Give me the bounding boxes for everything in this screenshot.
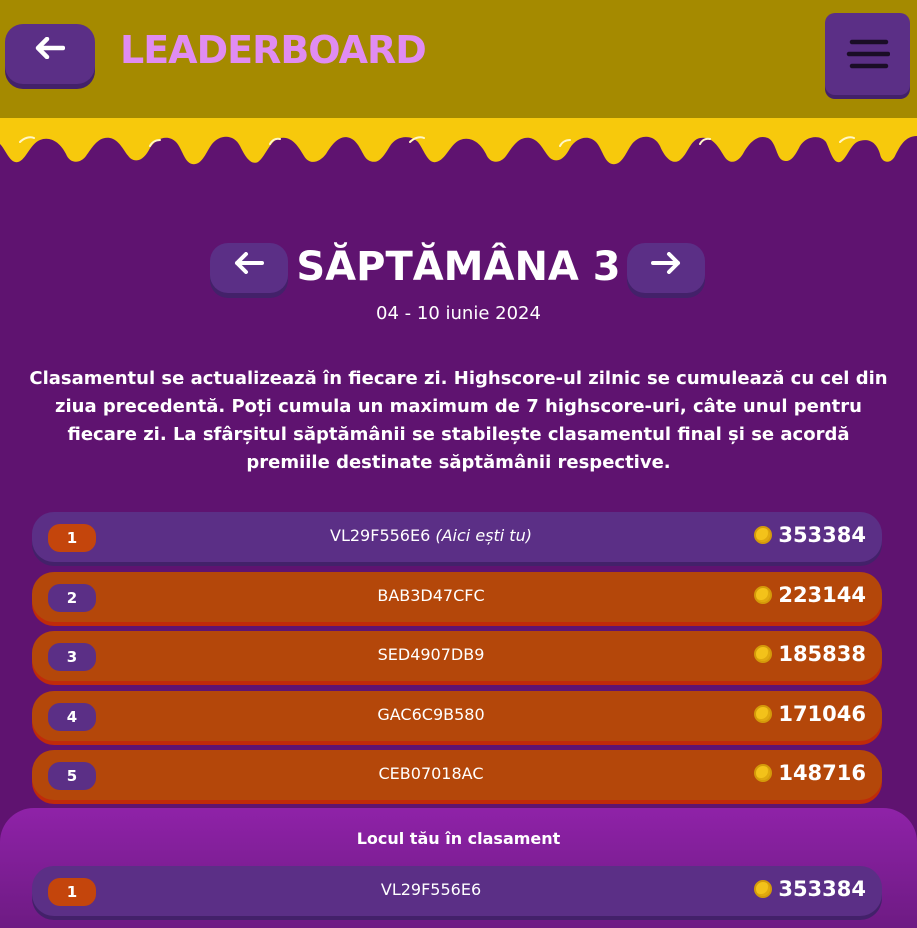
player-score: 353384 — [754, 877, 866, 901]
player-name: VL29F556E6 — [380, 880, 482, 899]
player-score: 223144 — [754, 583, 866, 607]
arrow-right-icon — [651, 252, 680, 274]
menu-button[interactable] — [825, 13, 910, 95]
score-value: 171046 — [778, 701, 866, 726]
my-position-row: 1 VL29F556E6 353384 — [32, 866, 882, 916]
week-date-range: 04 - 10 iunie 2024 — [376, 303, 541, 324]
arrow-left-icon — [235, 252, 264, 274]
coin-icon — [754, 645, 773, 663]
my-position-title: Locul tău în clasament — [356, 829, 561, 848]
honey-drip-decoration — [0, 118, 917, 165]
score-value: 353384 — [778, 877, 866, 901]
header-bar: LEADERBOARD — [0, 0, 917, 118]
score-value: 353384 — [778, 523, 866, 547]
back-button[interactable] — [5, 24, 95, 84]
page-title: LEADERBOARD — [120, 28, 427, 72]
hamburger-menu-icon — [846, 39, 890, 69]
leaderboard-list: 1 VL29F556E6 (Aici ești tu) 353384 2 BAB… — [32, 512, 882, 810]
score-value: 148716 — [778, 761, 866, 785]
leaderboard-row: 4 GAC6C9B580 171046 — [32, 690, 882, 741]
coin-icon — [754, 880, 773, 898]
player-name: VL29F556E6 (Aici ești tu) — [32, 526, 830, 545]
player-score: 148716 — [754, 761, 866, 785]
coin-icon — [754, 526, 773, 544]
player-name: SED4907DB9 — [377, 645, 485, 664]
score-value: 185838 — [778, 642, 866, 666]
arrow-left-icon — [35, 37, 65, 59]
player-name: CEB07018AC — [378, 764, 484, 783]
player-id: VL29F556E6 — [330, 526, 431, 545]
week-title: SĂPTĂMÂNA 3 — [296, 244, 621, 290]
my-position-row-wrapper: 1 VL29F556E6 353384 — [32, 866, 882, 926]
player-name: BAB3D47CFC — [377, 585, 485, 605]
coin-icon — [754, 764, 773, 782]
leaderboard-row: 1 VL29F556E6 (Aici ești tu) 353384 — [32, 512, 882, 562]
player-score: 353384 — [754, 523, 866, 547]
previous-week-button[interactable] — [210, 243, 288, 293]
leaderboard-info-text: Clasamentul se actualizează în fiecare z… — [29, 368, 888, 473]
score-value: 223144 — [778, 582, 866, 607]
leaderboard-row: 5 CEB07018AC 148716 — [32, 750, 882, 800]
week-navigation: SĂPTĂMÂNA 3 — [0, 243, 917, 303]
next-week-button[interactable] — [627, 243, 705, 293]
player-score: 185838 — [754, 642, 866, 666]
player-name: GAC6C9B580 — [377, 704, 485, 724]
you-are-here-note: (Aici ești tu) — [435, 526, 532, 545]
coin-icon — [754, 704, 773, 723]
coin-icon — [754, 585, 773, 604]
leaderboard-row: 3 SED4907DB9 185838 — [32, 631, 882, 681]
leaderboard-row: 2 BAB3D47CFC 223144 — [32, 571, 882, 622]
player-score: 171046 — [754, 702, 866, 726]
